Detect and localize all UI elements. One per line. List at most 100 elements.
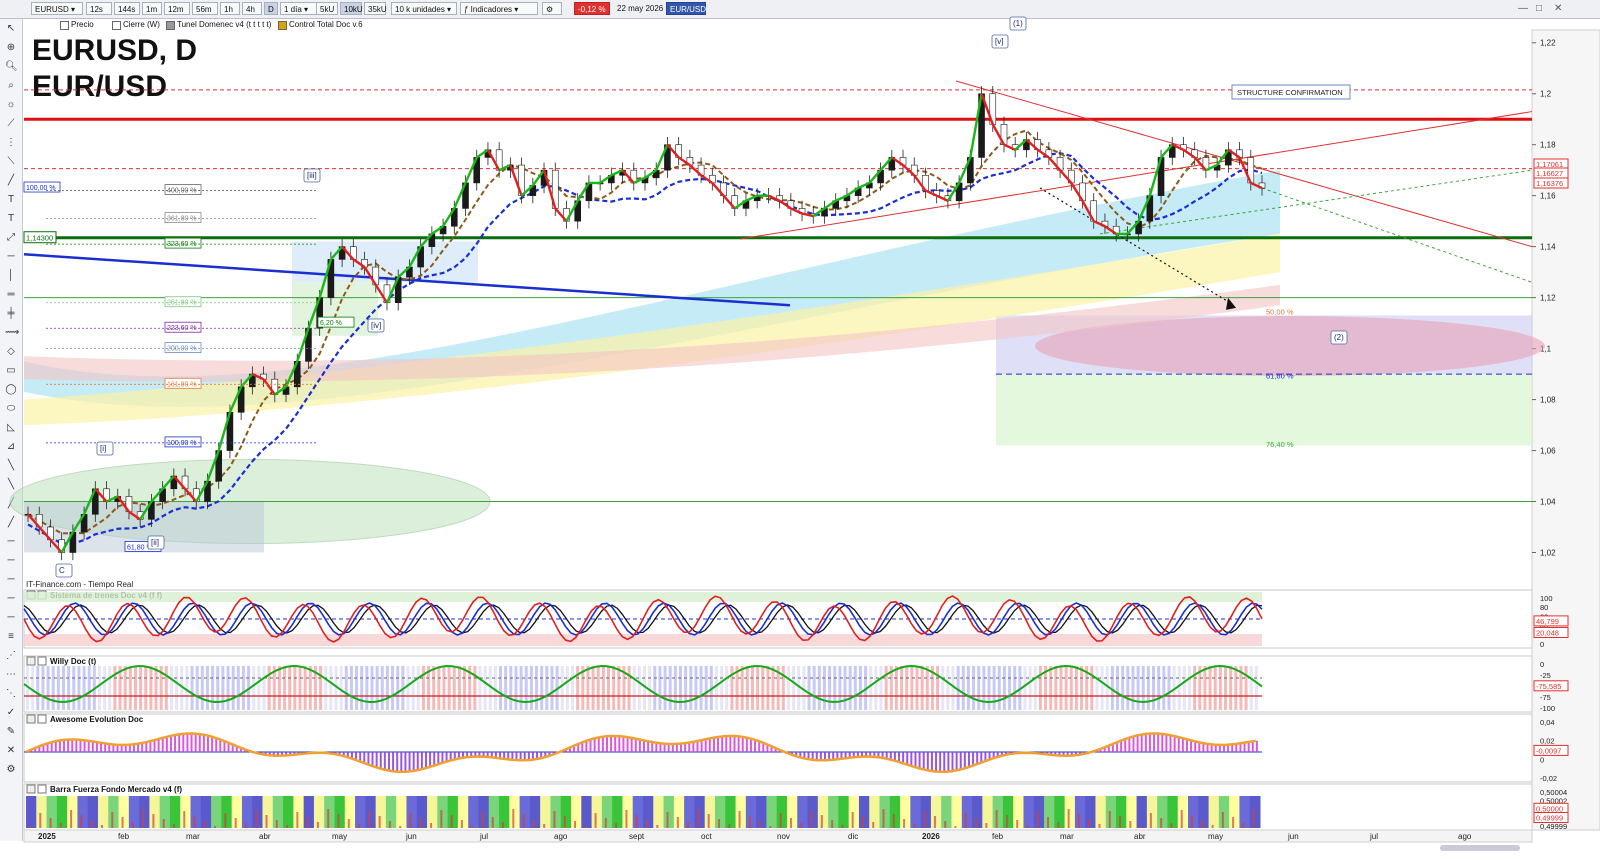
force-spike [244, 823, 247, 828]
willy-bar [463, 666, 467, 710]
willy-bar [257, 666, 261, 710]
wave-label: [i] [100, 444, 106, 453]
force-bar [612, 796, 623, 828]
willy-bar [817, 666, 821, 710]
force-spike [1211, 825, 1214, 828]
force-spike [286, 825, 289, 828]
force-bar [735, 796, 747, 828]
force-spike [49, 818, 52, 828]
willy-bar [499, 666, 503, 710]
willy-bar [1049, 666, 1053, 710]
fib-label: 400,00 % [167, 188, 197, 195]
force-spike [820, 815, 823, 828]
force-spike [316, 822, 319, 828]
awesome-bar [83, 740, 86, 752]
awesome-bar [893, 752, 896, 761]
awesome-bar [63, 739, 66, 752]
force-bar [622, 796, 634, 828]
willy-bar [668, 666, 672, 710]
force-bar [725, 796, 737, 828]
x-tick-label: abr [1134, 832, 1146, 841]
force-bar [1033, 796, 1045, 828]
force-bar [447, 796, 459, 828]
willy-bar [504, 666, 508, 710]
willy-bar [61, 666, 65, 710]
force-bar [293, 796, 305, 828]
force-spike [162, 819, 165, 828]
willy-bar [648, 666, 652, 710]
fib-label-right: 50,00 % [1266, 308, 1294, 317]
force-bar [817, 796, 829, 828]
awesome-bar [696, 741, 699, 752]
awesome-bar [1251, 741, 1254, 752]
willy-bar [241, 666, 245, 710]
force-bar [303, 796, 315, 828]
awesome-bar [589, 739, 592, 752]
force-bar [1146, 796, 1158, 828]
willy-bar [750, 666, 754, 710]
willy-bar [108, 666, 112, 710]
awesome-bar [680, 743, 683, 752]
willy-bar [684, 666, 688, 710]
force-bar [56, 796, 68, 828]
willy-bar [524, 666, 528, 710]
force-spike [1036, 812, 1039, 828]
awesome-bar [1169, 735, 1172, 752]
force-bar [1239, 796, 1251, 828]
panel-badge-label: 20,048 [1536, 629, 1559, 638]
willy-bar [612, 666, 616, 710]
y-tick-label: 1,02 [1540, 549, 1556, 558]
x-tick-label: dic [848, 832, 858, 841]
willy-bar [1013, 666, 1017, 710]
willy-bar [910, 666, 914, 710]
close-icon [26, 784, 36, 794]
willy-bar [288, 666, 292, 710]
awesome-bar [918, 752, 921, 769]
force-bar [1054, 796, 1066, 828]
force-spike [224, 813, 227, 828]
force-bar [550, 796, 562, 828]
willy-bar [822, 666, 826, 710]
willy-bar [175, 666, 179, 710]
force-bar [272, 796, 284, 828]
force-bar [879, 796, 891, 828]
willy-bar [87, 666, 91, 710]
force-bar [571, 796, 582, 828]
x-tick-label: jul [1369, 832, 1378, 841]
willy-bar [231, 666, 235, 710]
willy-bar [211, 666, 215, 710]
willy-bar [1059, 666, 1063, 710]
force-bar [756, 796, 767, 828]
force-spike [121, 817, 124, 828]
force-spike [327, 809, 330, 828]
awesome-bar [910, 752, 913, 766]
y-tick-label: 1,06 [1540, 447, 1556, 456]
willy-bar [221, 666, 225, 710]
x-tick-label: jun [1287, 832, 1299, 841]
awesome-bar [211, 736, 214, 752]
force-spike [409, 813, 412, 828]
force-spike [440, 810, 443, 828]
force-spike [1108, 811, 1111, 828]
chart-canvas[interactable]: 1,221,21,181,161,141,121,11,081,061,041,… [0, 0, 1600, 860]
willy-bar [349, 666, 353, 710]
force-spike [687, 822, 690, 828]
x-tick-label: nov [777, 832, 790, 841]
force-bar [1105, 796, 1117, 828]
willy-bar [1146, 666, 1150, 710]
force-spike [80, 815, 83, 828]
overbought-zone [24, 592, 1262, 602]
awesome-bar [141, 743, 144, 752]
fib-label: 161,80 % [167, 381, 197, 388]
force-spike [193, 816, 196, 828]
force-spike [1160, 818, 1163, 828]
awesome-bar [622, 736, 625, 752]
willy-bar [529, 666, 533, 710]
awesome-bar [149, 741, 152, 752]
force-bar [241, 796, 253, 828]
force-spike [1005, 815, 1008, 828]
awesome-bar [630, 737, 633, 752]
panel-tick-label: 0,04 [1540, 718, 1555, 727]
willy-bar [1136, 666, 1140, 710]
willy-bar [370, 666, 374, 710]
